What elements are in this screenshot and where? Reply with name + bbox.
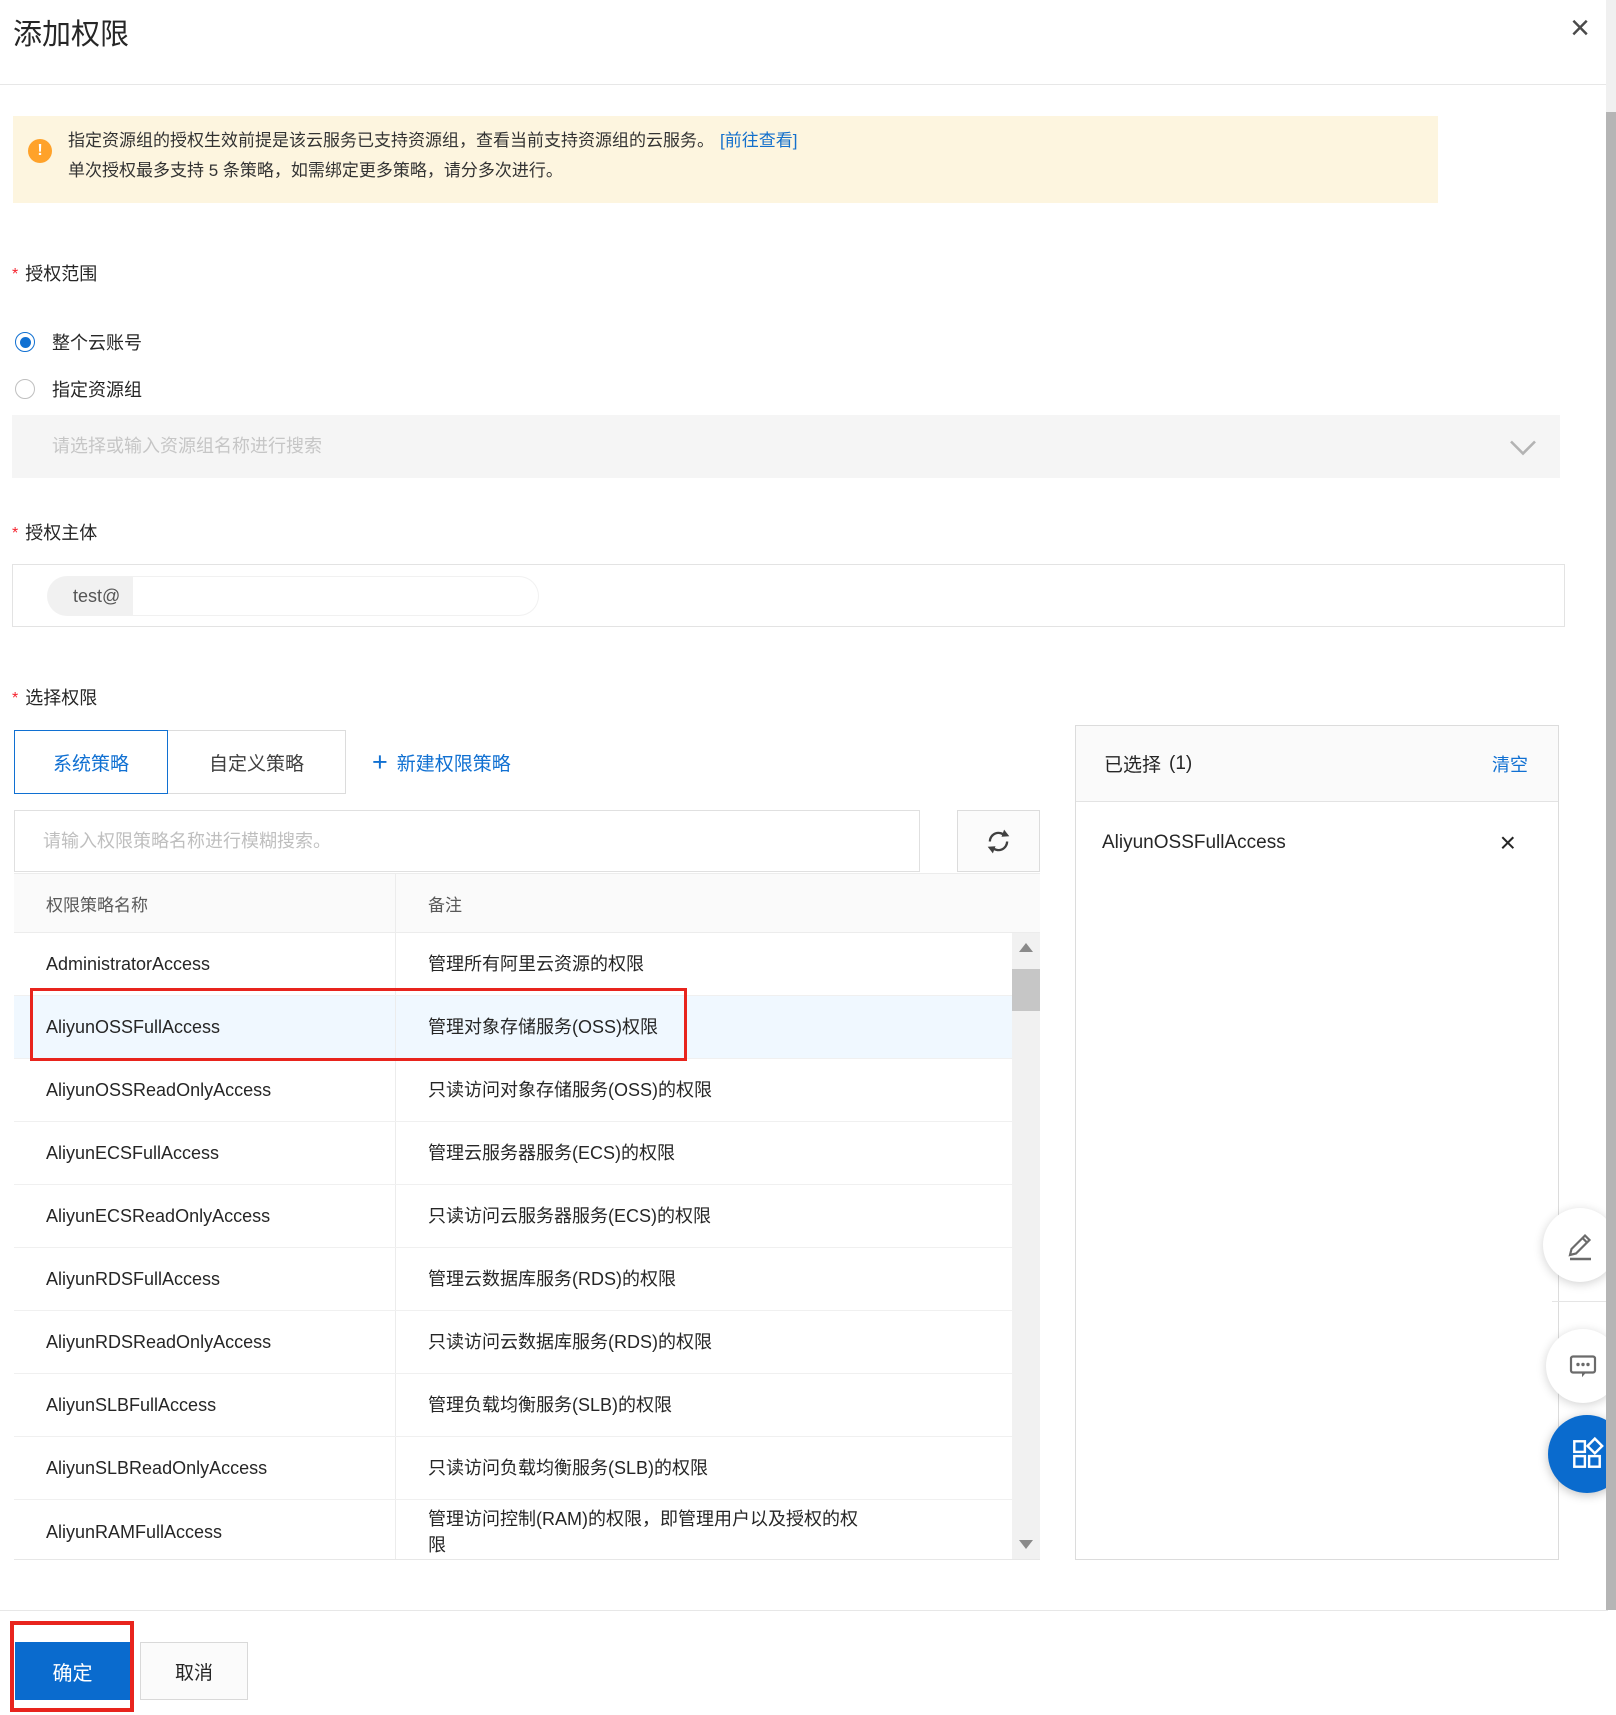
principal-tag-text: test@	[73, 576, 120, 616]
selected-panel-title: 已选择	[1104, 750, 1161, 777]
cancel-button[interactable]: 取消	[140, 1642, 248, 1700]
table-row[interactable]: AliyunOSSReadOnlyAccess 只读访问对象存储服务(OSS)的…	[14, 1059, 1040, 1122]
close-icon[interactable]: ×	[1558, 6, 1602, 50]
table-row[interactable]: AliyunRAMFullAccess 管理访问控制(RAM)的权限，即管理用户…	[14, 1500, 1040, 1560]
required-asterisk: *	[12, 266, 18, 283]
selected-policy-item: AliyunOSSFullAccess ×	[1076, 802, 1558, 884]
scope-section-label: *授权范围	[12, 260, 97, 286]
new-policy-label: 新建权限策略	[397, 749, 511, 776]
confirm-button[interactable]: 确定	[15, 1642, 130, 1700]
chevron-down-icon	[1508, 439, 1538, 461]
remove-item-icon[interactable]: ×	[1500, 829, 1516, 857]
table-row[interactable]: AliyunRDSReadOnlyAccess 只读访问云数据库服务(RDS)的…	[14, 1311, 1040, 1374]
scroll-down-icon[interactable]	[1019, 1540, 1033, 1549]
banner-line1: 指定资源组的授权生效前提是该云服务已支持资源组，查看当前支持资源组的云服务。 [前…	[68, 126, 797, 156]
radio-resource-group[interactable]: 指定资源组	[15, 376, 142, 402]
new-policy-button[interactable]: + 新建权限策略	[372, 730, 511, 794]
app-grid-icon	[1569, 1436, 1605, 1472]
radio-selected-icon	[15, 332, 35, 352]
permission-section-label: *选择权限	[12, 684, 97, 710]
column-header-name: 权限策略名称	[14, 874, 395, 932]
feedback-chat-icon	[1567, 1350, 1599, 1382]
tab-custom-policy[interactable]: 自定义策略	[167, 730, 346, 794]
radio-entire-account[interactable]: 整个云账号	[15, 329, 142, 355]
principal-section-label: *授权主体	[12, 519, 97, 545]
scroll-up-icon[interactable]	[1019, 943, 1033, 952]
banner-line1-text: 指定资源组的授权生效前提是该云服务已支持资源组，查看当前支持资源组的云服务。	[68, 131, 714, 150]
table-row[interactable]: AliyunECSFullAccess 管理云服务器服务(ECS)的权限	[14, 1122, 1040, 1185]
radio-unselected-icon	[15, 379, 35, 399]
resource-group-placeholder: 请选择或输入资源组名称进行搜索	[52, 415, 322, 478]
table-row[interactable]: AliyunSLBFullAccess 管理负载均衡服务(SLB)的权限	[14, 1374, 1040, 1437]
selected-policies-panel: 已选择 (1) 清空 AliyunOSSFullAccess ×	[1075, 725, 1559, 1560]
fab-divider	[1552, 1301, 1608, 1302]
table-row[interactable]: AliyunSLBReadOnlyAccess 只读访问负载均衡服务(SLB)的…	[14, 1437, 1040, 1500]
page-scrollbar-thumb[interactable]	[1606, 112, 1616, 1610]
required-asterisk: *	[12, 690, 18, 707]
warning-icon: !	[28, 139, 52, 163]
table-row[interactable]: AliyunECSReadOnlyAccess 只读访问云服务器服务(ECS)的…	[14, 1185, 1040, 1248]
refresh-button[interactable]	[957, 810, 1040, 872]
tab-system-policy[interactable]: 系统策略	[14, 730, 168, 794]
footer-divider	[0, 1610, 1608, 1611]
policy-search-placeholder: 请输入权限策略名称进行模糊搜索。	[43, 811, 331, 871]
column-header-remark: 备注	[395, 874, 1040, 932]
principal-tag-redaction	[133, 577, 538, 615]
add-permission-dialog: 添加权限 × ! 指定资源组的授权生效前提是该云服务已支持资源组，查看当前支持资…	[0, 0, 1616, 1715]
principal-input[interactable]: test@	[12, 564, 1565, 627]
selected-policy-name: AliyunOSSFullAccess	[1102, 832, 1286, 854]
radio-entire-account-label: 整个云账号	[52, 329, 142, 355]
selected-panel-count: (1)	[1169, 753, 1192, 775]
page-title: 添加权限	[13, 11, 129, 53]
edit-pencil-icon	[1564, 1229, 1596, 1261]
clear-all-link[interactable]: 清空	[1492, 751, 1528, 777]
resource-group-select[interactable]: 请选择或输入资源组名称进行搜索	[12, 415, 1560, 478]
warning-banner: ! 指定资源组的授权生效前提是该云服务已支持资源组，查看当前支持资源组的云服务。…	[13, 116, 1438, 203]
table-scrollbar[interactable]	[1012, 933, 1040, 1559]
table-row-selected[interactable]: AliyunOSSFullAccess 管理对象存储服务(OSS)权限	[14, 996, 1040, 1059]
policy-table: 权限策略名称 备注 AdministratorAccess 管理所有阿里云资源的…	[14, 873, 1040, 1560]
table-header-row: 权限策略名称 备注	[14, 874, 1040, 933]
radio-resource-group-label: 指定资源组	[52, 376, 142, 402]
banner-view-link[interactable]: [前往查看]	[720, 131, 797, 150]
principal-tag: test@	[47, 576, 539, 616]
table-row[interactable]: AliyunRDSFullAccess 管理云数据库服务(RDS)的权限	[14, 1248, 1040, 1311]
table-row[interactable]: AdministratorAccess 管理所有阿里云资源的权限	[14, 933, 1040, 996]
refresh-icon	[985, 828, 1012, 855]
banner-line2: 单次授权最多支持 5 条策略，如需绑定更多策略，请分多次进行。	[68, 156, 563, 186]
policy-search-input[interactable]: 请输入权限策略名称进行模糊搜索。	[14, 810, 920, 872]
required-asterisk: *	[12, 525, 18, 542]
plus-icon: +	[372, 749, 388, 776]
selected-panel-header: 已选择 (1) 清空	[1076, 726, 1558, 802]
header-divider	[0, 84, 1608, 85]
table-scrollbar-thumb[interactable]	[1012, 969, 1040, 1011]
